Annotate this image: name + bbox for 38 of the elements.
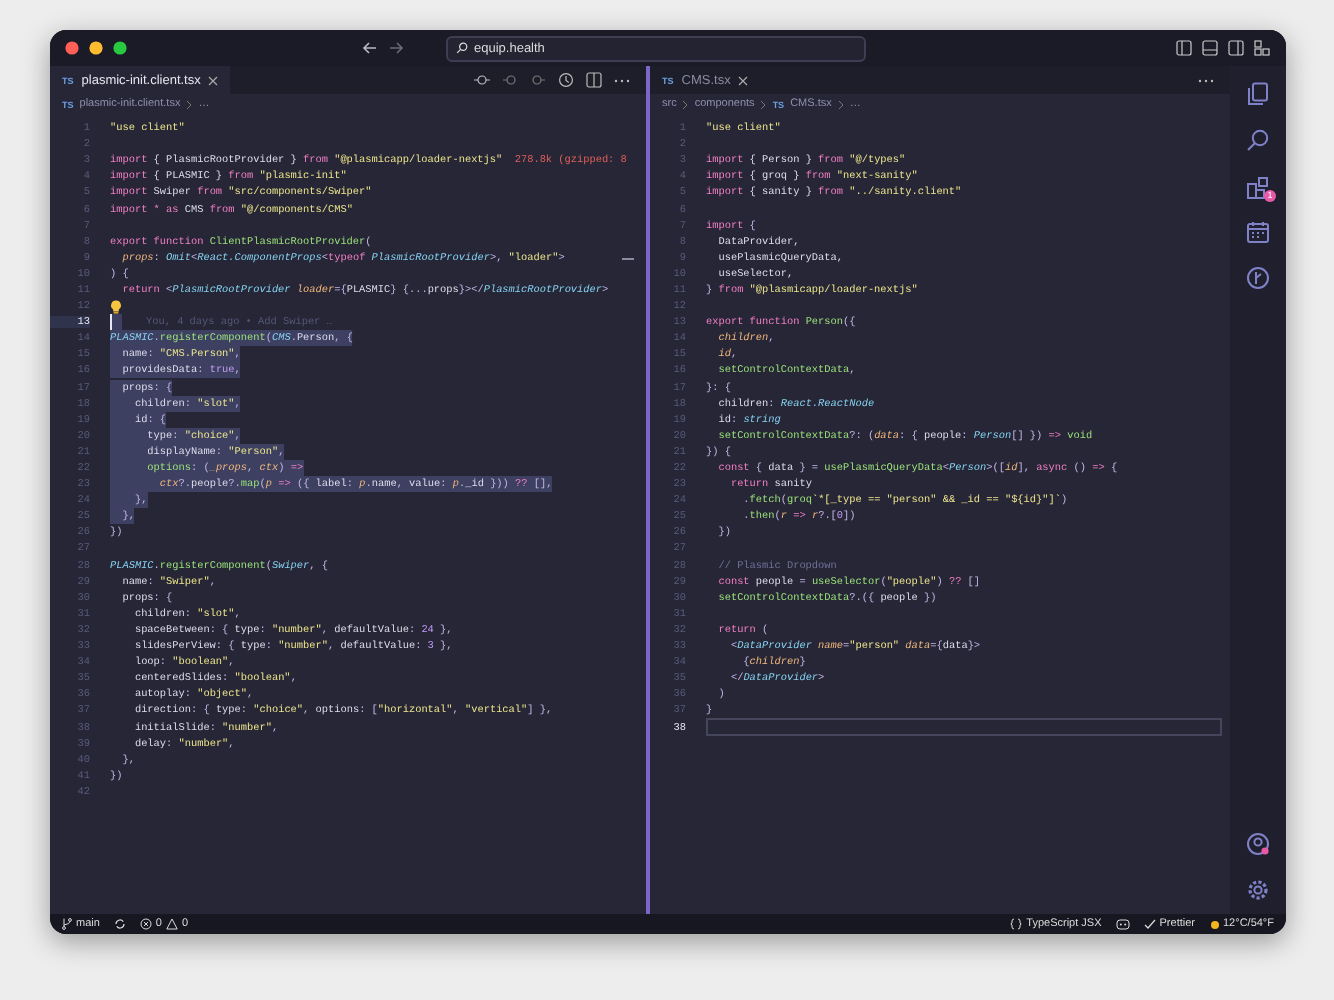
layout-grid-icon[interactable] — [1254, 40, 1270, 56]
split-editor-icon[interactable] — [586, 72, 602, 88]
extensions-icon[interactable] — [1246, 176, 1270, 200]
layout-icon[interactable] — [1176, 40, 1192, 56]
window-controls-icon[interactable] — [64, 40, 132, 56]
search-icon[interactable] — [1246, 128, 1270, 152]
forward-arrow-icon[interactable] — [388, 40, 404, 56]
chevron-icon — [186, 99, 193, 109]
history-icon[interactable] — [558, 72, 574, 88]
chevron-icon — [760, 99, 767, 109]
more-icon[interactable] — [1198, 77, 1214, 83]
account-icon[interactable] — [1246, 832, 1270, 856]
chevron-icon — [837, 99, 844, 109]
layout-icon[interactable] — [1228, 40, 1244, 56]
warning-icon[interactable] — [165, 918, 178, 930]
timeline-icon[interactable] — [1246, 266, 1270, 290]
back-arrow-icon[interactable] — [362, 40, 378, 56]
sun-icon — [1209, 919, 1219, 929]
close-icon[interactable] — [738, 75, 749, 85]
text-cursor — [110, 314, 122, 331]
files-icon[interactable] — [1246, 82, 1270, 106]
compare-icon[interactable] — [474, 72, 490, 88]
search-icon — [456, 42, 468, 54]
chevron-icon — [682, 99, 689, 109]
copilot-icon[interactable] — [1115, 918, 1130, 930]
braces-icon[interactable] — [1010, 918, 1023, 930]
check-icon — [1143, 918, 1156, 930]
next-change-icon[interactable] — [530, 72, 546, 88]
close-icon[interactable] — [208, 75, 219, 85]
layout-icon[interactable] — [1202, 40, 1218, 56]
more-icon[interactable] — [614, 77, 630, 83]
previous-change-icon[interactable] — [502, 72, 518, 88]
settings-icon[interactable] — [1246, 878, 1270, 902]
error-icon[interactable] — [139, 918, 152, 930]
lightbulb-icon[interactable] — [110, 299, 122, 314]
calendar-icon[interactable] — [1246, 220, 1270, 244]
branch-icon[interactable] — [62, 918, 72, 930]
sync-icon[interactable] — [113, 918, 126, 930]
